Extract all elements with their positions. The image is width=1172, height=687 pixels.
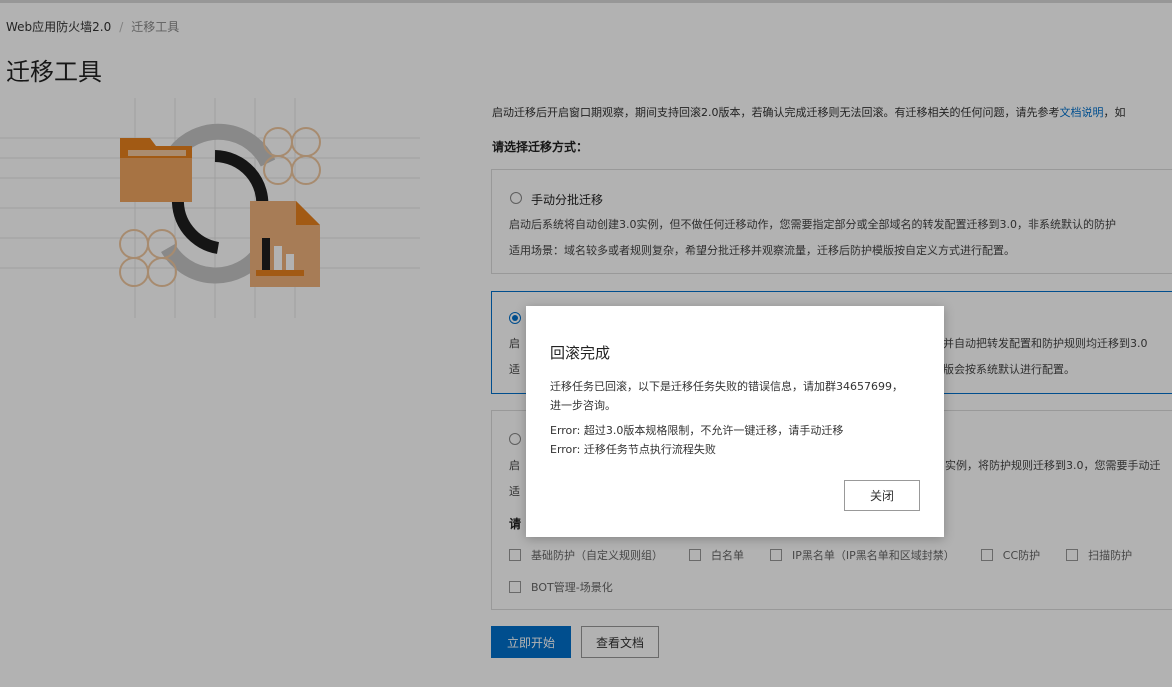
close-button[interactable]: 关闭	[844, 480, 920, 511]
dialog-title: 回滚完成	[550, 344, 611, 362]
dialog-error: Error: 迁移任务节点执行流程失败	[550, 443, 716, 456]
rollback-dialog: 回滚完成 迁移任务已回滚，以下是迁移任务失败的错误信息，请加群34657699，…	[526, 306, 944, 537]
dialog-error: Error: 超过3.0版本规格限制，不允许一键迁移，请手动迁移	[550, 424, 844, 437]
dialog-message: 迁移任务已回滚，以下是迁移任务失败的错误信息，请加群34657699，进一步咨询…	[550, 380, 903, 412]
